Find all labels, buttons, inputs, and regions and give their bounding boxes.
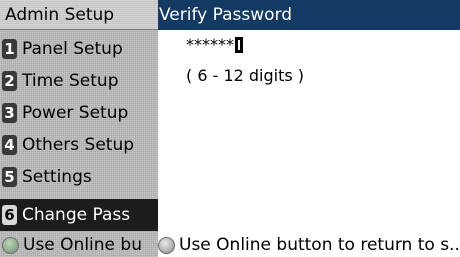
menu-item-label: Time Setup: [22, 71, 119, 91]
menu-item-panel-setup[interactable]: 1 Panel Setup: [0, 33, 158, 65]
online-button-icon: [158, 236, 175, 254]
dialog-footer-text: Use Online button to return to s...: [179, 235, 460, 255]
menu-item-number: 5: [2, 167, 17, 187]
menu-item-power-setup[interactable]: 3 Power Setup: [0, 97, 158, 129]
menu-item-number: 4: [2, 135, 17, 155]
menu-item-others-setup[interactable]: 4 Others Setup: [0, 129, 158, 161]
password-length-hint: ( 6 - 12 digits ): [186, 66, 305, 85]
menu-item-label: Panel Setup: [22, 39, 123, 59]
admin-setup-menu: Admin Setup 1 Panel Setup 2 Time Setup 3…: [0, 0, 158, 257]
menu-item-label: Power Setup: [22, 103, 129, 123]
menu-item-label: Others Setup: [22, 135, 135, 155]
menu-online-hint: Use Online bu: [0, 233, 158, 257]
menu-footer-text: Use Online bu: [23, 235, 142, 255]
online-button-icon: [2, 236, 19, 254]
menu-item-change-password[interactable]: 6 Change Pass: [0, 199, 158, 231]
password-masked-value: ******: [186, 35, 234, 54]
menu-item-number: 3: [2, 103, 17, 123]
menu-title: Admin Setup: [0, 0, 158, 30]
menu-item-number: 6: [2, 205, 17, 225]
menu-item-number: 2: [2, 71, 17, 91]
menu-item-label: Change Pass: [22, 205, 131, 225]
menu-item-number: 1: [2, 39, 17, 59]
dialog-online-hint: Use Online button to return to s...: [158, 233, 460, 257]
password-input[interactable]: ******: [186, 34, 243, 56]
menu-item-label: Settings: [22, 167, 92, 187]
menu-item-settings[interactable]: 5 Settings: [0, 161, 158, 193]
menu-item-time-setup[interactable]: 2 Time Setup: [0, 65, 158, 97]
text-cursor: [235, 37, 243, 53]
verify-password-panel: ****** ( 6 - 12 digits ): [158, 30, 460, 233]
dialog-title: Verify Password: [158, 0, 460, 30]
